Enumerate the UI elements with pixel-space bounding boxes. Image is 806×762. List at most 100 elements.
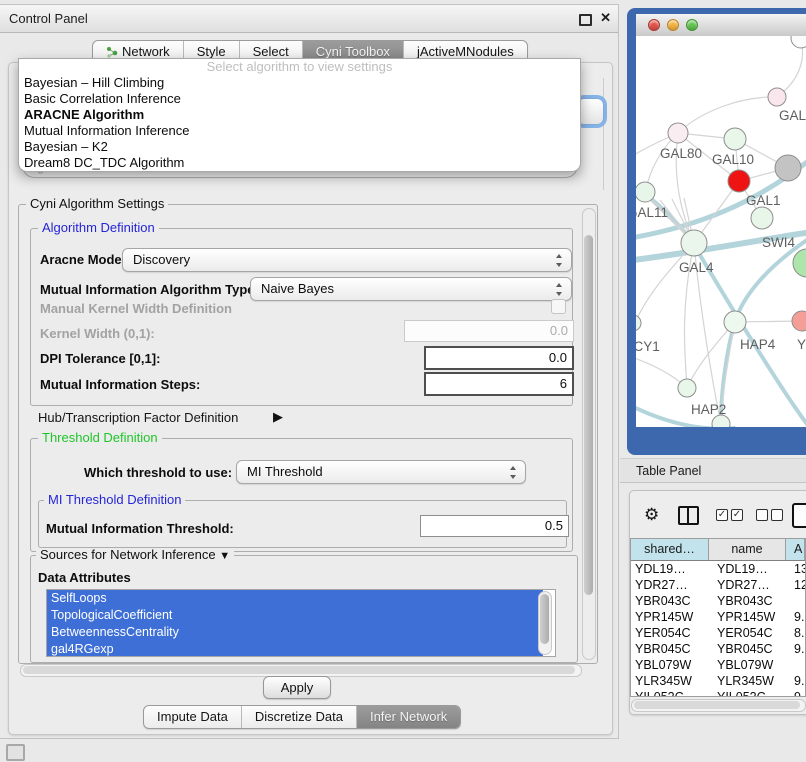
data-attribute-item[interactable]: SelfLoops	[47, 590, 543, 607]
network-node[interactable]	[681, 230, 707, 256]
table-row[interactable]: YDR27…YDR27…12	[631, 577, 805, 593]
table-cell[interactable]: 9.	[786, 641, 805, 657]
which-threshold-combo[interactable]: MI Threshold	[236, 460, 526, 484]
tab-impute-data[interactable]: Impute Data	[144, 706, 242, 728]
network-node[interactable]	[724, 311, 746, 333]
table-horizontal-scrollbar[interactable]	[631, 699, 806, 712]
aracne-mode-combo[interactable]: Discovery	[122, 248, 572, 272]
kernel-width-field[interactable]: 0.0	[404, 320, 574, 342]
table-row[interactable]: YDL19…YDL19…13	[631, 561, 805, 577]
column-header-name[interactable]: name	[709, 539, 786, 560]
network-node[interactable]	[724, 128, 746, 150]
settings-vertical-scrollbar-thumb[interactable]	[584, 235, 593, 595]
apply-button[interactable]: Apply	[263, 676, 331, 699]
column-header-shared-name[interactable]: shared…	[631, 539, 709, 560]
table-cell[interactable]: 9	[786, 689, 805, 697]
table-cell[interactable]: YBL079W	[709, 657, 786, 673]
table-cell[interactable]: YBL079W	[631, 657, 709, 673]
collapse-arrow-icon[interactable]: ▶	[273, 409, 283, 425]
expand-arrow-icon[interactable]: ▼	[219, 550, 230, 562]
column-header-partial[interactable]: A	[786, 539, 805, 560]
table-row[interactable]: YBR043CYBR043C	[631, 593, 805, 609]
manual-kernel-width-checkbox[interactable]	[551, 299, 566, 314]
new-column-icon[interactable]	[792, 503, 806, 528]
table-cell[interactable]: YDL19…	[709, 561, 786, 577]
close-icon[interactable]: ✕	[600, 10, 611, 26]
table-cell[interactable]: YDR27…	[631, 577, 709, 593]
checked-checkbox-icon[interactable]: ✓	[716, 509, 728, 521]
data-attributes-list[interactable]: SelfLoopsTopologicalCoefficientBetweenne…	[46, 589, 556, 657]
mi-threshold-field[interactable]: 0.5	[420, 515, 569, 537]
inference-algorithm-combo-button[interactable]	[577, 98, 604, 125]
algorithm-option[interactable]: ARACNE Algorithm	[19, 107, 580, 123]
list-vertical-scrollbar-thumb[interactable]	[540, 594, 549, 644]
table-cell[interactable]: YPR145W	[631, 609, 709, 625]
network-node[interactable]	[728, 170, 750, 192]
settings-vertical-scrollbar[interactable]	[582, 208, 596, 660]
gear-icon[interactable]: ⚙	[644, 506, 659, 523]
mac-zoom-button[interactable]	[686, 19, 698, 31]
minimized-panel-icon[interactable]	[6, 744, 25, 761]
unchecked-checkbox-icon[interactable]	[771, 509, 783, 521]
mac-close-button[interactable]	[648, 19, 660, 31]
table-row[interactable]: YIL052CYIL052C9	[631, 689, 805, 697]
algorithm-option[interactable]: Basic Correlation Inference	[19, 91, 580, 107]
network-node[interactable]	[678, 379, 696, 397]
table-cell[interactable]: 9.	[786, 673, 805, 689]
algorithm-option[interactable]: Mutual Information Inference	[19, 123, 580, 139]
table-cell[interactable]: YBR045C	[709, 641, 786, 657]
table-cell[interactable]: YIL052C	[709, 689, 786, 697]
table-cell[interactable]: 8.	[786, 625, 805, 641]
table-cell[interactable]: YBR043C	[709, 593, 786, 609]
table-horizontal-scrollbar-thumb[interactable]	[634, 701, 800, 709]
data-attribute-item[interactable]: BetweennessCentrality	[47, 624, 543, 641]
list-vertical-scrollbar[interactable]	[538, 591, 552, 655]
table-cell[interactable]: YBR045C	[631, 641, 709, 657]
table-cell[interactable]	[786, 593, 805, 609]
data-attribute-item[interactable]: gal4RGexp	[47, 641, 543, 657]
network-node[interactable]	[792, 311, 806, 331]
mac-minimize-button[interactable]	[667, 19, 679, 31]
dpi-tolerance-field[interactable]: 0.0	[424, 346, 574, 370]
table-row[interactable]: YBR045CYBR045C9.	[631, 641, 805, 657]
data-attribute-item[interactable]: TopologicalCoefficient	[47, 607, 543, 624]
network-window-titlebar[interactable]	[636, 14, 806, 37]
settings-horizontal-scrollbar-thumb[interactable]	[23, 666, 575, 674]
table-row[interactable]: YPR145WYPR145W9.	[631, 609, 805, 625]
table-cell[interactable]: 12	[786, 577, 805, 593]
table-cell[interactable]: YIL052C	[631, 689, 709, 697]
table-cell[interactable]	[786, 657, 805, 673]
table-cell[interactable]: 9.	[786, 609, 805, 625]
network-node[interactable]	[636, 182, 655, 202]
table-row[interactable]: YLR345WYLR345W9.	[631, 673, 805, 689]
table-cell[interactable]: YER054C	[631, 625, 709, 641]
node-table[interactable]: shared… name A YDL19…YDL19…13YDR27…YDR27…	[630, 538, 806, 697]
table-row[interactable]: YER054CYER054C8.	[631, 625, 805, 641]
network-node[interactable]	[636, 315, 641, 331]
checked-checkbox-icon[interactable]: ✓	[731, 509, 743, 521]
table-cell[interactable]: 13	[786, 561, 805, 577]
unchecked-checkbox-icon[interactable]	[756, 509, 768, 521]
table-cell[interactable]: YBR043C	[631, 593, 709, 609]
network-canvas[interactable]: GALGAL80GAL10GAL1GAL11GAL4SWI4GCY1HAP4YH…	[636, 36, 806, 427]
columns-icon[interactable]	[678, 506, 699, 525]
algorithm-option[interactable]: Dream8 DC_TDC Algorithm	[19, 155, 580, 171]
mi-algorithm-type-combo[interactable]: Naive Bayes	[250, 277, 572, 301]
network-node[interactable]	[791, 36, 806, 48]
tab-infer-network[interactable]: Infer Network	[357, 706, 460, 728]
network-node[interactable]	[775, 155, 801, 181]
table-cell[interactable]: YER054C	[709, 625, 786, 641]
network-node[interactable]	[793, 249, 806, 277]
float-window-icon[interactable]	[579, 14, 592, 26]
algorithm-option[interactable]: Bayesian – K2	[19, 139, 580, 155]
mi-steps-field[interactable]: 6	[424, 372, 574, 396]
table-cell[interactable]: YDL19…	[631, 561, 709, 577]
table-cell[interactable]: YDR27…	[709, 577, 786, 593]
table-cell[interactable]: YLR345W	[709, 673, 786, 689]
network-node[interactable]	[768, 88, 786, 106]
hub-definition-label[interactable]: Hub/Transcription Factor Definition	[38, 410, 238, 425]
network-node[interactable]	[751, 207, 773, 229]
table-cell[interactable]: YPR145W	[709, 609, 786, 625]
tab-discretize-data[interactable]: Discretize Data	[242, 706, 357, 728]
algorithm-option[interactable]: Bayesian – Hill Climbing	[19, 75, 580, 91]
